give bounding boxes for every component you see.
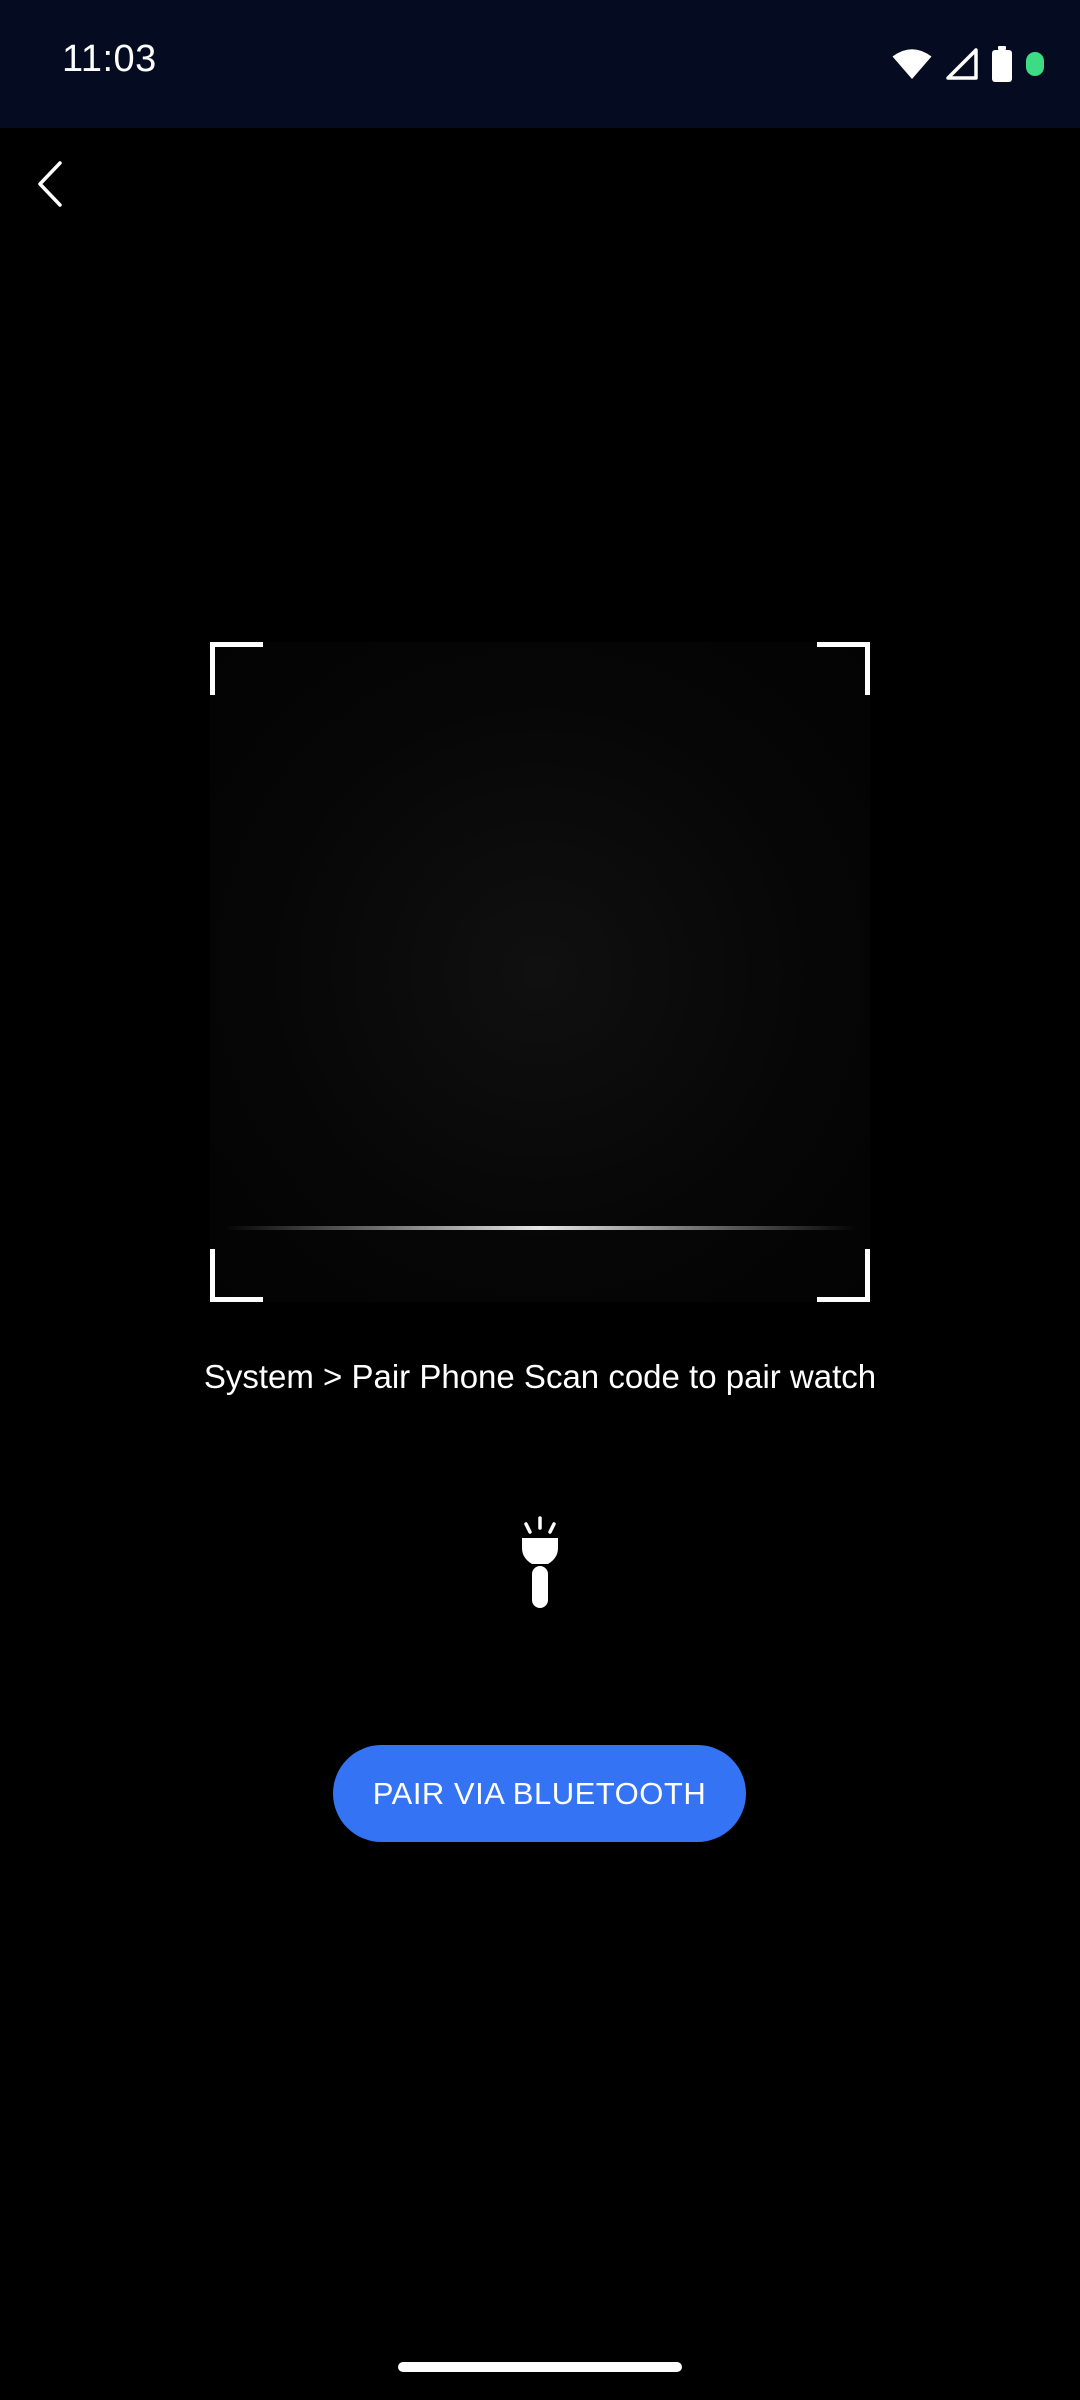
status-time: 11:03 xyxy=(62,38,157,80)
scan-line xyxy=(224,1226,856,1230)
flashlight-toggle[interactable] xyxy=(500,1514,580,1618)
qr-scanner-viewfinder xyxy=(210,642,870,1302)
viewfinder-corner-bottom-left xyxy=(210,1249,263,1302)
cellular-signal-icon xyxy=(946,48,978,80)
status-icons xyxy=(878,44,1044,84)
scan-instruction: System > Pair Phone Scan code to pair wa… xyxy=(203,1358,877,1395)
pair-via-bluetooth-button[interactable]: PAIR VIA BLUETOOTH xyxy=(333,1745,746,1842)
pair-watch-screen: 11:03 System > Pair Phone Scan code to p… xyxy=(0,0,1080,2400)
viewfinder-corner-top-left xyxy=(210,642,263,695)
viewfinder-corner-bottom-right xyxy=(817,1249,870,1302)
back-button[interactable] xyxy=(22,150,78,222)
battery-icon xyxy=(992,46,1012,82)
status-bar: 11:03 xyxy=(0,0,1080,128)
camera-in-use-dot xyxy=(1026,52,1044,76)
chevron-left-icon xyxy=(36,160,64,213)
flashlight-icon xyxy=(516,1515,564,1617)
home-indicator[interactable] xyxy=(398,2362,682,2372)
wifi-icon xyxy=(892,48,932,80)
viewfinder-corner-top-right xyxy=(817,642,870,695)
